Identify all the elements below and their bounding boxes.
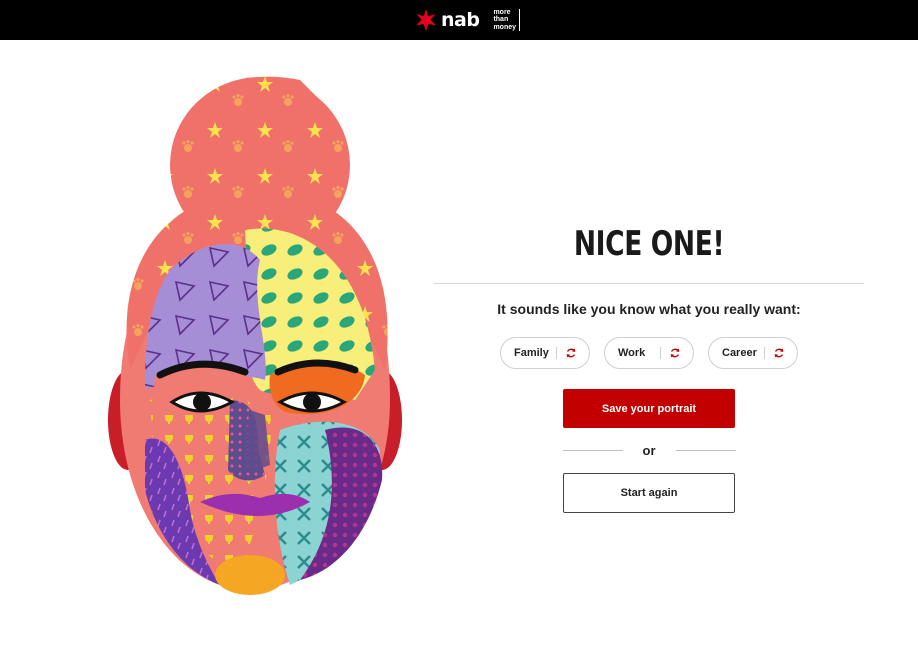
or-label: or [642,443,656,458]
nab-logo[interactable]: nab more than money [414,6,521,34]
refresh-icon[interactable] [565,347,577,359]
pop-art-face-illustration [108,76,402,595]
refresh-icon[interactable] [669,347,681,359]
start-again-button[interactable]: Start again [563,473,735,513]
chip-separator [660,347,661,359]
save-portrait-button[interactable]: Save your portrait [563,389,735,428]
chip-separator [556,347,557,359]
chip-career[interactable]: Career [708,337,798,369]
result-subtitle: It sounds like you know what you really … [497,301,801,317]
divider-line [562,450,623,451]
brand-name: nab [441,9,480,31]
divider-line [675,450,736,451]
result-panel: NICE ONE! It sounds like you know what y… [434,210,864,513]
chip-family[interactable]: Family [500,337,590,369]
choice-chips: Family Work Career [434,337,864,369]
chip-work[interactable]: Work [604,337,694,369]
top-bar: nab more than money [0,0,918,40]
red-star-icon [416,9,436,31]
or-separator: or [434,443,864,458]
page-title: NICE ONE! [573,224,725,264]
chip-separator [764,347,765,359]
chip-label: Work [618,347,646,359]
refresh-icon[interactable] [773,347,785,359]
chip-label: Family [514,347,549,359]
tagline-line: than [493,16,509,24]
tagline-line: more [493,8,511,16]
brand-tagline: more than money [493,8,521,32]
tagline-line: money [493,23,517,31]
divider [434,283,864,284]
chip-label: Career [722,347,757,359]
